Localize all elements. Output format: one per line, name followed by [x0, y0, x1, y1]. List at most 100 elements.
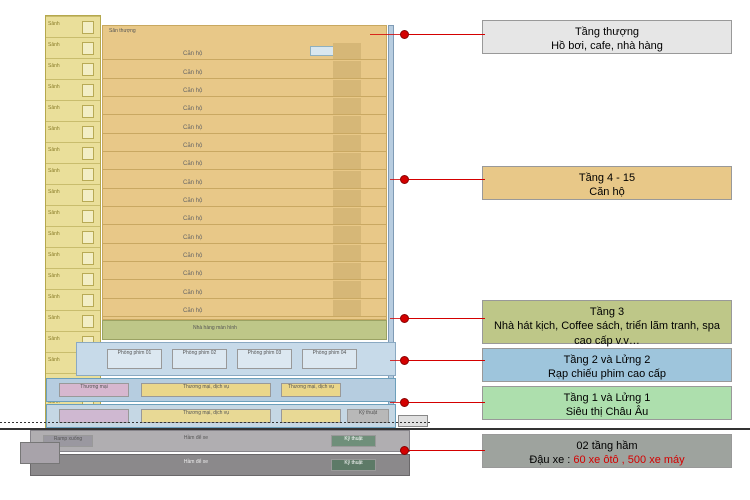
apartment-floor-label: Căn hộ — [183, 271, 202, 277]
elevator-cell: Sảnh — [46, 58, 100, 79]
floor-1-mezzanine: Thương mại Thương mại, dịch vụ Thương mạ… — [46, 378, 396, 402]
callout-line — [409, 402, 485, 403]
ground-room-b: Thương mại, dịch vụ — [141, 409, 271, 423]
apartment-floor-label: Căn hộ — [183, 161, 202, 167]
apartment-floor-label: Căn hộ — [183, 180, 202, 186]
door-icon — [82, 84, 94, 97]
callout-line — [409, 34, 485, 35]
apartment-floor-line — [103, 279, 386, 280]
ground-room-c — [281, 409, 341, 423]
legend-floor3: Tầng 3 Nhà hát kịch, Coffee sách, triển … — [482, 300, 732, 344]
callout-line — [409, 450, 485, 451]
elevator-cell: Sảnh — [46, 16, 100, 37]
commercial-room-a: Thương mại — [59, 383, 129, 397]
legend-floor2: Tầng 2 và Lửng 2 Rạp chiếu phim cao cấp — [482, 348, 732, 382]
apartment-floor-line — [103, 261, 386, 262]
apartment-floor-line — [103, 298, 386, 299]
door-icon — [82, 63, 94, 76]
elevator-cell: Sảnh — [46, 100, 100, 121]
callout-roof — [400, 30, 485, 39]
door-icon — [82, 294, 94, 307]
apartment-floor-label: Căn hộ — [183, 308, 202, 314]
legend-apts-desc: Căn hộ — [489, 185, 725, 199]
apartment-floor-label: Căn hộ — [183, 51, 202, 57]
elevator-cell: Sảnh — [46, 121, 100, 142]
apartment-floor-line — [103, 243, 386, 244]
basement-side-box — [20, 442, 60, 464]
apartment-floor-label: Căn hộ — [183, 216, 202, 222]
floor3-label: Nhà hàng màn hình — [193, 325, 237, 331]
apartment-floor-line — [103, 206, 386, 207]
apartment-floor-line — [103, 188, 386, 189]
apartment-floor-line — [103, 96, 386, 97]
apartment-floor-label: Căn hộ — [183, 143, 202, 149]
apartment-floor-label: Căn hộ — [183, 125, 202, 131]
apartment-floor-line — [103, 114, 386, 115]
elevator-cell: Sảnh — [46, 37, 100, 58]
callout-dot-icon — [400, 446, 409, 455]
callout-dot-icon — [400, 398, 409, 407]
apartment-floor-line — [103, 78, 386, 79]
commercial-room-c: Thương mại, dịch vụ — [281, 383, 341, 397]
elevator-cell: Sảnh — [46, 142, 100, 163]
roof-label: Sân thượng — [109, 28, 136, 34]
callout-line — [409, 318, 485, 319]
apartment-shade — [333, 153, 361, 169]
elevator-cell: Sảnh — [46, 184, 100, 205]
approach-area — [398, 415, 428, 427]
callout-dot-icon — [400, 314, 409, 323]
parking-label-1: Hầm để xe — [151, 435, 241, 447]
legend-roof: Tầng thượng Hồ bơi, cafe, nhà hàng — [482, 20, 732, 54]
callout-line — [409, 360, 485, 361]
apartment-shade — [333, 43, 361, 59]
door-icon — [82, 147, 94, 160]
legend-apartments: Tầng 4 - 15 Căn hộ — [482, 166, 732, 200]
door-icon — [82, 231, 94, 244]
elevator-cell: Sảnh — [46, 268, 100, 289]
door-icon — [82, 21, 94, 34]
cinema-room-4: Phòng phim 04 — [302, 349, 357, 369]
callout-f3 — [400, 314, 485, 323]
apartment-shade — [333, 281, 361, 297]
apartment-floor-line — [103, 224, 386, 225]
callout-lead — [390, 179, 400, 180]
terrain-line — [0, 422, 430, 423]
apartment-shade — [333, 80, 361, 96]
elevator-cell: Sảnh — [46, 247, 100, 268]
apartment-shade — [333, 190, 361, 206]
apartment-shade — [333, 98, 361, 114]
door-icon — [82, 126, 94, 139]
callout-dot-icon — [400, 356, 409, 365]
apartment-floor-label: Căn hộ — [183, 198, 202, 204]
legend-f2-title: Tầng 2 và Lửng 2 — [489, 353, 725, 367]
callout-apts — [400, 175, 485, 184]
legend-floor1: Tầng 1 và Lửng 1 Siêu thị Châu Âu — [482, 386, 732, 420]
legend-f2-desc: Rạp chiếu phim cao cấp — [489, 367, 725, 381]
door-icon — [82, 273, 94, 286]
cinema-room-1: Phòng phim 01 — [107, 349, 162, 369]
apartment-shade — [333, 208, 361, 224]
apartment-floor-line — [103, 169, 386, 170]
floor-3-band: Nhà hàng màn hình — [102, 320, 387, 340]
apartment-shade — [333, 245, 361, 261]
ground-room-tech: Kỹ thuật — [347, 409, 389, 423]
apartment-shade — [333, 116, 361, 132]
cinema-room-2: Phòng phim 02 — [172, 349, 227, 369]
legend-f1-title: Tầng 1 và Lửng 1 — [489, 391, 725, 405]
callout-basements — [400, 446, 485, 455]
legend-f1-desc: Siêu thị Châu Âu — [489, 405, 725, 419]
callout-f1 — [400, 398, 485, 407]
apartment-floor-label: Căn hộ — [183, 70, 202, 76]
door-icon — [82, 189, 94, 202]
elevator-cell: Sảnh — [46, 289, 100, 310]
basement-1: Hầm để xe Kỹ thuật Ramp xuống — [30, 430, 410, 452]
apartment-shade — [333, 226, 361, 242]
callout-lead — [390, 318, 400, 319]
apartment-floor-label: Căn hộ — [183, 253, 202, 259]
callout-dot-icon — [400, 30, 409, 39]
apartment-floor-line — [103, 133, 386, 134]
building-section: SảnhSảnhSảnhSảnhSảnhSảnhSảnhSảnhSảnhSảnh… — [20, 10, 400, 490]
apartment-floor-line — [103, 59, 386, 60]
apartment-floor-line — [103, 151, 386, 152]
callout-dot-icon — [400, 175, 409, 184]
